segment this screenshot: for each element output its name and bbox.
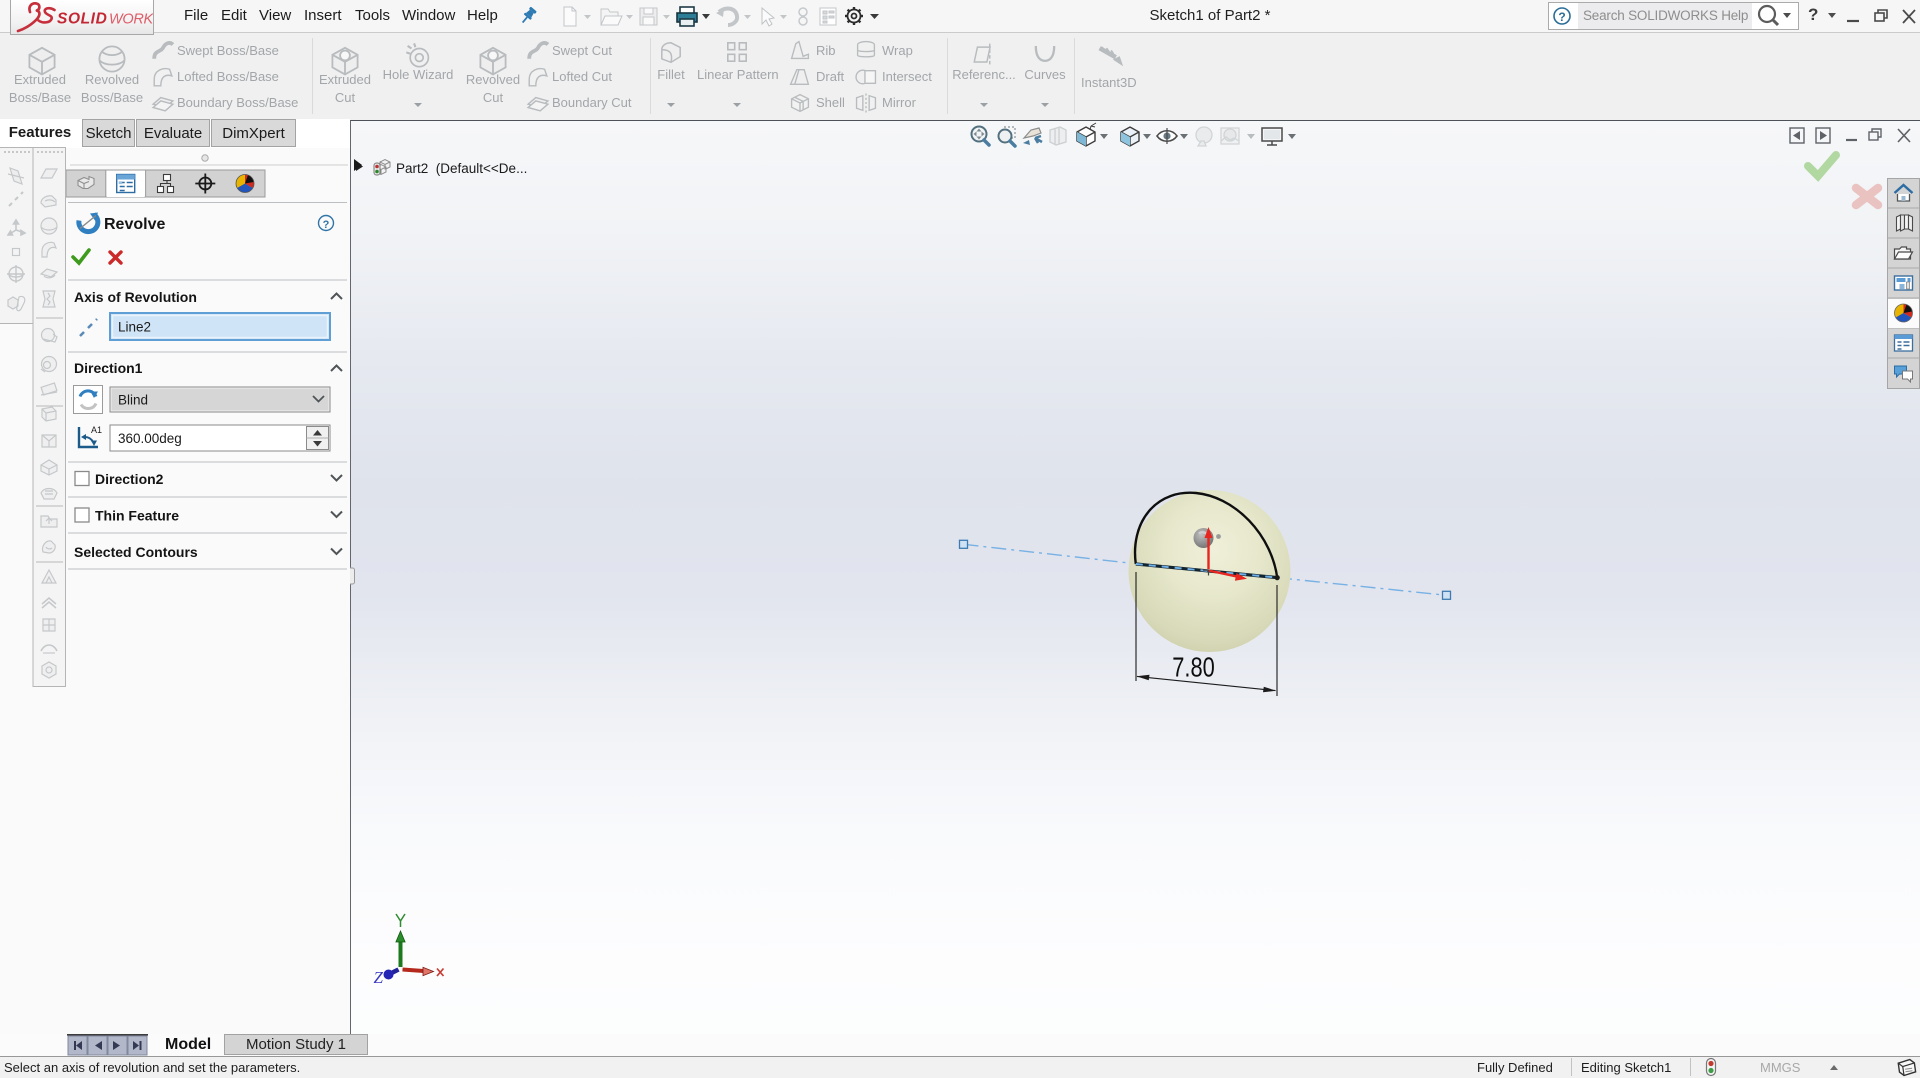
svg-text:Axis of Revolution: Axis of Revolution [74, 289, 197, 305]
svg-text:Selected Contours: Selected Contours [74, 544, 198, 560]
svg-text:Direction1: Direction1 [74, 360, 143, 376]
svg-text:Line2: Line2 [118, 320, 151, 335]
svg-text:WORKS: WORKS [109, 12, 153, 28]
svg-text:Thin Feature: Thin Feature [95, 508, 179, 524]
svg-text:Blind: Blind [118, 393, 148, 408]
svg-text:SOLID: SOLID [57, 11, 107, 28]
svg-text:Part2 (Default<<De...: Part2 (Default<<De... [396, 161, 527, 176]
svg-text:?: ? [323, 219, 330, 231]
svg-text:7.80: 7.80 [1172, 652, 1214, 683]
svg-text:Z: Z [374, 968, 384, 987]
svg-text:Revolve: Revolve [104, 216, 165, 233]
svg-text:?: ? [1558, 10, 1565, 24]
svg-text:360.00deg: 360.00deg [118, 431, 182, 446]
svg-text:Direction2: Direction2 [95, 471, 164, 487]
svg-text:A1: A1 [91, 425, 102, 435]
